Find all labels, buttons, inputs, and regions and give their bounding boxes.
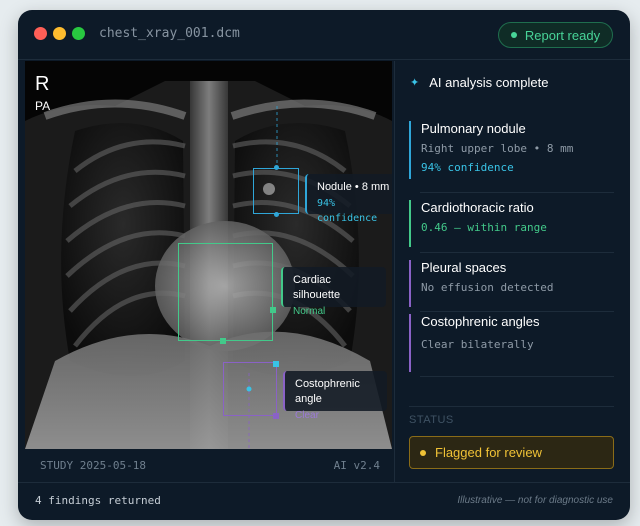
analysis-heading-label: AI analysis complete <box>429 75 549 90</box>
finding-confidence: 94% confidence <box>421 161 514 174</box>
finding-cardiothoracic-ratio[interactable]: Cardiothoracic ratio 0.46 — within range <box>409 200 614 247</box>
finding-title: Pulmonary nodule <box>421 121 526 136</box>
nodule-handle-bottom[interactable] <box>274 212 279 217</box>
flag-dot-icon <box>420 449 426 456</box>
disclaimer: Illustrative — not for diagnostic use <box>457 495 613 506</box>
status-divider <box>409 406 614 407</box>
analysis-panel: ✦ AI analysis complete Pulmonary nodule … <box>395 61 630 482</box>
nodule-handle-top[interactable] <box>274 165 279 170</box>
analysis-heading: ✦ AI analysis complete <box>410 75 548 90</box>
costophrenic-callout-title: Costophrenic angle <box>295 378 360 405</box>
costophrenic-annotation-box[interactable] <box>223 362 277 416</box>
cardiac-callout: Cardiac silhouette Normal <box>281 267 386 317</box>
finding-title: Pleural spaces <box>421 260 507 275</box>
report-ready-badge[interactable]: Report ready <box>498 22 613 48</box>
cardiac-callout-title: Cardiac silhouette <box>293 274 341 301</box>
finding-divider <box>420 252 614 253</box>
cardiac-callout-status: Normal <box>293 306 326 317</box>
finding-detail: No effusion detected <box>421 281 554 294</box>
finding-title: Cardiothoracic ratio <box>421 200 534 215</box>
sparkle-icon: ✦ <box>410 77 420 89</box>
finding-costophrenic-angles[interactable]: Costophrenic angles Clear bilaterally <box>409 314 614 372</box>
finding-pulmonary-nodule[interactable]: Pulmonary nodule Right upper lobe • 8 mm… <box>409 121 614 179</box>
app-window: chest_xray_001.dcm Report ready R PA Nod… <box>18 10 630 520</box>
finding-divider <box>420 311 614 312</box>
finding-detail: 0.46 — within range <box>421 221 547 234</box>
cardiac-annotation-box[interactable] <box>178 243 273 341</box>
model-version: AI v2.4 <box>333 459 380 472</box>
nodule-callout-confidence: 94% confidence <box>317 198 378 224</box>
nodule-annotation-box[interactable] <box>253 168 299 214</box>
finding-divider <box>420 192 614 193</box>
costophrenic-handle-bottom[interactable] <box>273 413 279 419</box>
nodule-callout-title: Nodule • 8 mm <box>317 181 390 193</box>
finding-pleural-spaces[interactable]: Pleural spaces No effusion detected <box>409 260 614 307</box>
costophrenic-callout: Costophrenic angle Clear <box>283 371 387 421</box>
flagged-for-review-badge[interactable]: Flagged for review <box>409 436 614 469</box>
finding-detail: Clear bilaterally <box>421 338 534 351</box>
minimize-window-button[interactable] <box>53 27 66 40</box>
file-name: chest_xray_001.dcm <box>99 26 240 41</box>
status-dot-icon <box>510 32 517 38</box>
cardiac-handle-right[interactable] <box>270 307 276 313</box>
study-date: STUDY 2025-05-18 <box>40 459 146 472</box>
report-ready-label: Report ready <box>524 27 601 43</box>
costophrenic-handle-top[interactable] <box>273 361 279 367</box>
finding-divider <box>420 376 614 377</box>
costophrenic-callout-status: Clear <box>295 410 319 421</box>
maximize-window-button[interactable] <box>72 27 85 40</box>
title-bar: chest_xray_001.dcm Report ready <box>18 10 630 60</box>
finding-detail: Right upper lobe • 8 mm <box>421 142 574 155</box>
status-label: STATUS <box>409 414 454 426</box>
xray-viewer[interactable]: R PA Nodule • 8 mm 94% confidence Cardia… <box>25 61 392 449</box>
flagged-label: Flagged for review <box>435 445 542 460</box>
findings-count: 4 findings returned <box>35 494 161 507</box>
cardiac-handle-bottom[interactable] <box>220 338 226 344</box>
nodule-callout: Nodule • 8 mm 94% confidence <box>305 174 392 224</box>
finding-title: Costophrenic angles <box>421 314 540 329</box>
window-footer: 4 findings returned Illustrative — not f… <box>18 482 630 520</box>
xray-footer: STUDY 2025-05-18 AI v2.4 <box>25 450 392 482</box>
close-window-button[interactable] <box>34 27 47 40</box>
